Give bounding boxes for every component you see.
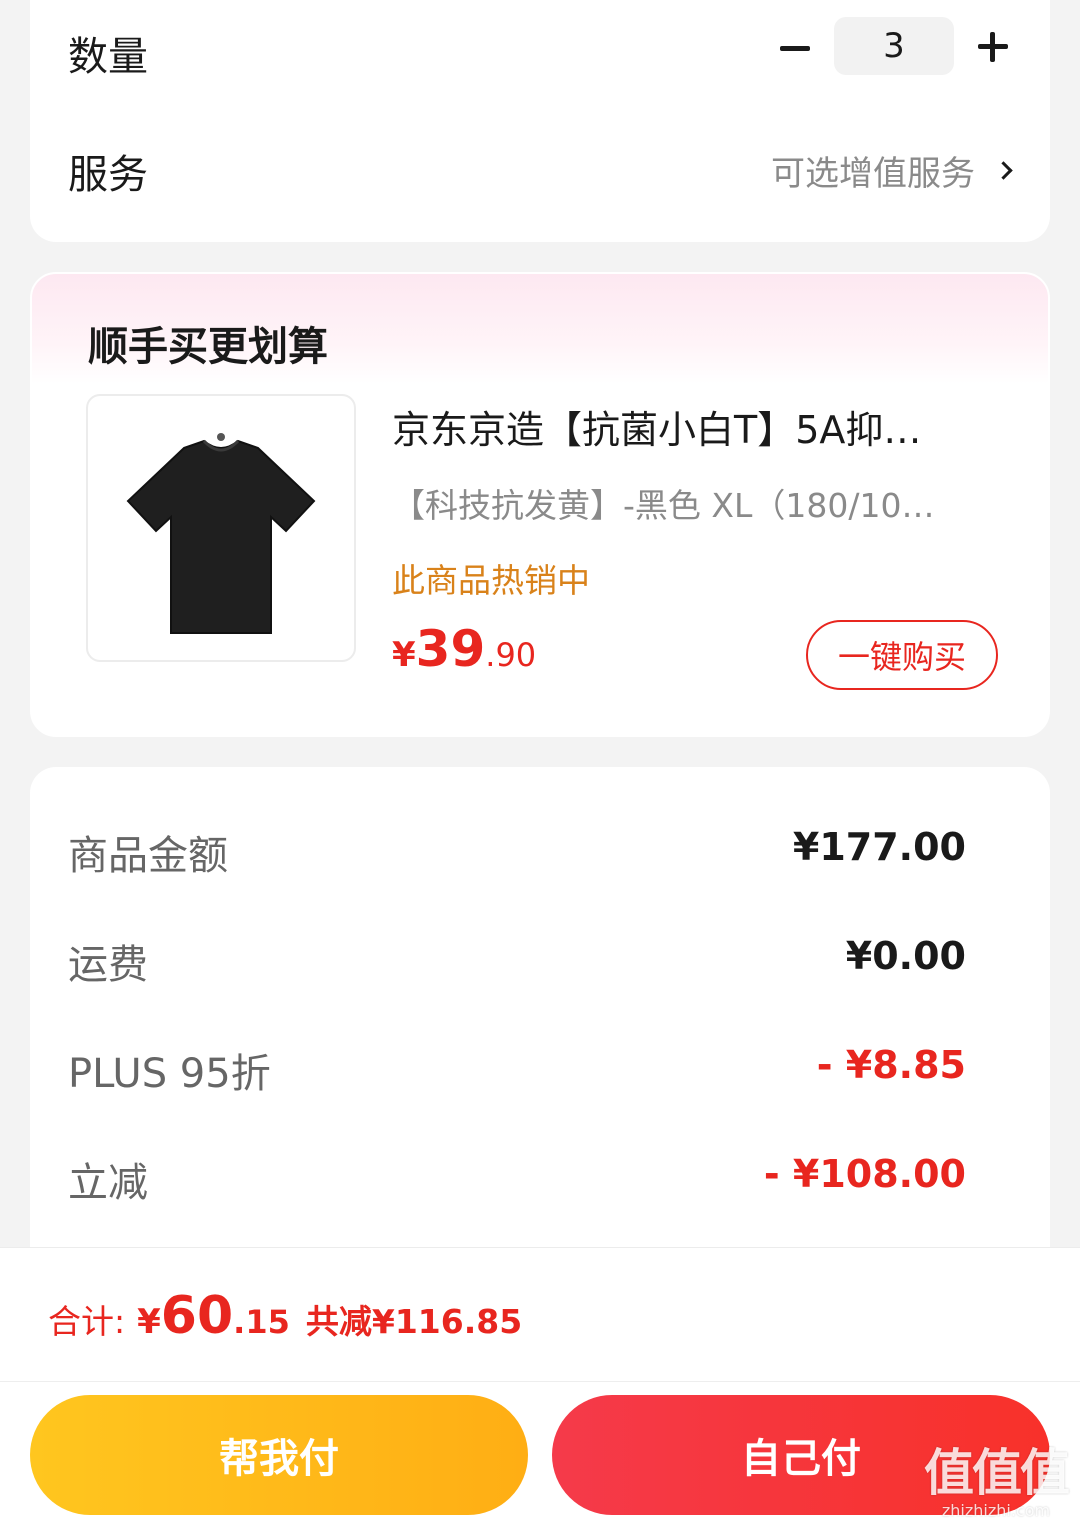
chevron-right-icon [994, 161, 1013, 180]
price-summary-card: 商品金额 ¥177.00 运费 ¥0.00 PLUS 95折 - ¥8.85 立… [30, 767, 1050, 1287]
recommend-card: 顺手买更划算 京东京造【抗菌小白T】5A抑… 【科技抗发黄】-黑色 XL（180… [30, 272, 1050, 737]
summary-row-instant-discount: 立减 - ¥108.00 [30, 1142, 1050, 1212]
minus-icon [780, 45, 810, 51]
summary-row-goods: 商品金额 ¥177.00 [30, 815, 1050, 885]
summary-value: - ¥108.00 [763, 1152, 966, 1196]
product-price: ¥ 39 .90 [392, 620, 536, 678]
hot-sale-tag: 此商品热销中 [392, 561, 590, 600]
quantity-stepper[interactable]: 3 [834, 17, 954, 75]
product-spec: 【科技抗发黄】-黑色 XL（180/10… [392, 486, 935, 525]
total-currency: ¥ [137, 1302, 161, 1342]
decrement-button[interactable] [775, 28, 815, 68]
service-selector[interactable]: 可选增值服务 [771, 146, 1013, 195]
one-click-buy-button[interactable]: 一键购买 [806, 620, 998, 690]
price-currency: ¥ [392, 635, 416, 675]
service-label: 服务 [68, 152, 148, 198]
total-label: 合计: [48, 1302, 126, 1341]
price-decimal: .90 [485, 636, 537, 674]
product-title[interactable]: 京东京造【抗菌小白T】5A抑… [392, 399, 997, 454]
summary-label: 运费 [68, 942, 148, 988]
summary-value: ¥0.00 [845, 934, 966, 978]
service-value: 可选增值服务 [771, 154, 975, 194]
summary-row-plus-discount: PLUS 95折 - ¥8.85 [30, 1033, 1050, 1103]
summary-label: 立减 [68, 1160, 148, 1206]
total-decimal: .15 [233, 1303, 290, 1341]
total-amount: 合计: ¥ 60 .15 共减¥116.85 [48, 1286, 522, 1346]
checkout-bar: 合计: ¥ 60 .15 共减¥116.85 帮我付 自己付 值值值 zhizh… [0, 1247, 1080, 1526]
watermark-url: zhizhizhi.com [941, 1501, 1051, 1520]
price-integer: 39 [415, 620, 486, 678]
increment-button[interactable] [973, 27, 1013, 67]
total-savings: 共减¥116.85 [305, 1302, 523, 1341]
black-tshirt-icon [126, 433, 316, 634]
summary-value: ¥177.00 [792, 825, 966, 869]
quantity-label: 数量 [68, 34, 148, 80]
summary-label: PLUS 95折 [68, 1051, 271, 1097]
product-image[interactable] [86, 394, 356, 662]
summary-row-shipping: 运费 ¥0.00 [30, 924, 1050, 994]
summary-value: - ¥8.85 [816, 1043, 966, 1087]
summary-label: 商品金额 [68, 833, 228, 879]
recommend-title: 顺手买更划算 [88, 324, 328, 370]
divider [0, 1381, 1080, 1382]
help-pay-button[interactable]: 帮我付 [30, 1395, 528, 1515]
watermark-logo-text: 值值值 [924, 1444, 1070, 1502]
watermark-logo: 值值值 zhizhizhi.com [924, 1433, 1070, 1520]
total-integer: 60 [160, 1286, 234, 1346]
order-options-card: 数量 3 服务 可选增值服务 [30, 0, 1050, 242]
